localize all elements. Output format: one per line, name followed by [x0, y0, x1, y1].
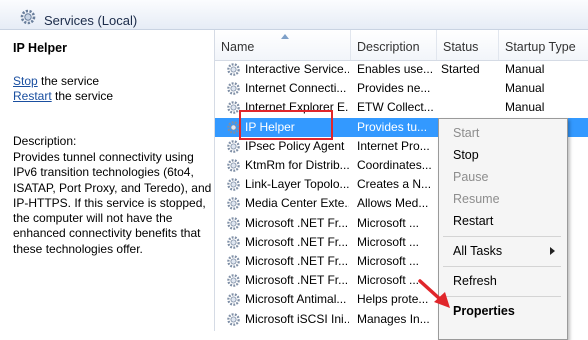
service-name-cell: Link-Layer Topolo...: [245, 177, 349, 192]
menu-item-label: Resume: [453, 192, 500, 206]
menu-separator: [443, 236, 561, 237]
service-description-cell: Helps prote...: [357, 292, 429, 307]
menu-item-label: Pause: [453, 170, 489, 184]
service-name-cell: Microsoft .NET Fr...: [245, 234, 349, 249]
table-row[interactable]: Internet Connecti... Provides ne... Manual: [215, 79, 588, 98]
service-description-cell: Coordinates...: [357, 158, 432, 172]
window-title: Services (Local): [44, 13, 138, 28]
menu-item-label: Properties: [453, 304, 515, 318]
column-name-label: Name: [221, 40, 255, 54]
service-description: Provides tunnel connectivity using IPv6 …: [13, 150, 212, 256]
menu-item-label: Restart: [453, 214, 494, 228]
service-gear-icon: [227, 178, 240, 191]
service-gear-icon: [227, 63, 240, 76]
service-description-cell: Enables use...: [357, 62, 434, 76]
service-gear-icon: [227, 312, 240, 326]
service-gear-icon: [227, 274, 240, 287]
column-header-description[interactable]: Description: [351, 30, 437, 60]
service-description-cell: Microsoft ...: [357, 215, 420, 230]
menu-item-stop[interactable]: Stop: [439, 144, 567, 166]
service-startup-cell: Manual: [505, 81, 545, 96]
service-description-cell: Provides ne...: [357, 81, 431, 96]
service-description-cell: Provides tu...: [357, 119, 428, 134]
restart-action: Restart the service: [13, 89, 113, 103]
service-name-cell: Media Center Exte...: [245, 196, 349, 211]
menu-item-label: Start: [453, 126, 480, 140]
service-gear-icon: [227, 197, 240, 211]
sort-ascending-icon: [281, 34, 289, 39]
gear-icon: [20, 9, 36, 25]
service-description-cell: Creates a N...: [357, 177, 432, 192]
service-gear-icon: [227, 159, 240, 172]
restart-action-text: the service: [51, 89, 114, 103]
service-details-pane: IP Helper Stop the service Restart the s…: [0, 30, 214, 331]
menu-item-properties[interactable]: Properties: [439, 300, 567, 322]
service-name-cell: Microsoft .NET Fr...: [245, 215, 349, 230]
menu-item-pause[interactable]: Pause: [439, 166, 567, 188]
service-name-cell: Microsoft Antimal...: [245, 292, 347, 307]
service-name-cell: Interactive Service...: [245, 62, 349, 76]
service-status-cell: Started: [441, 62, 480, 76]
menu-separator: [443, 266, 561, 267]
highlight-box: [239, 110, 333, 140]
column-description-label: Description: [357, 40, 420, 54]
description-label: Description:: [13, 134, 77, 148]
menu-item-label: Stop: [453, 148, 479, 162]
menu-separator: [443, 296, 561, 297]
menu-item-label: Refresh: [453, 274, 497, 288]
service-gear-icon: [227, 82, 240, 95]
column-header-status[interactable]: Status: [437, 30, 499, 60]
service-name-cell: KtmRm for Distrib...: [245, 158, 349, 172]
service-description-cell: Microsoft ...: [357, 273, 420, 288]
service-gear-icon: [227, 236, 240, 249]
service-description-cell: Microsoft ...: [357, 254, 420, 268]
restart-service-link[interactable]: Restart: [13, 89, 52, 103]
service-description-cell: Microsoft ...: [357, 234, 420, 249]
service-gear-icon: [227, 216, 240, 230]
column-header-row: Name Description Status Startup Type: [215, 30, 588, 61]
menu-item-start[interactable]: Start: [439, 122, 567, 144]
service-name-cell: Microsoft .NET Fr...: [245, 273, 349, 288]
service-gear-icon: [227, 140, 240, 153]
column-status-label: Status: [443, 40, 479, 54]
service-startup-cell: Manual: [505, 100, 545, 115]
submenu-arrow-icon: [550, 247, 555, 255]
service-description-cell: Allows Med...: [357, 196, 429, 211]
services-header: Services (Local): [0, 0, 588, 30]
service-name-cell: Microsoft iSCSI Ini...: [245, 311, 349, 326]
service-name-heading: IP Helper: [13, 41, 67, 55]
stop-action: Stop the service: [13, 74, 99, 88]
menu-item-resume[interactable]: Resume: [439, 188, 567, 210]
menu-item-label: All Tasks: [453, 244, 503, 258]
stop-service-link[interactable]: Stop: [13, 74, 38, 88]
service-status-cell: [441, 79, 501, 98]
service-description-cell: ETW Collect...: [357, 100, 434, 115]
service-gear-icon: [227, 293, 240, 307]
service-gear-icon: [227, 255, 240, 268]
menu-item-refresh[interactable]: Refresh: [439, 270, 567, 292]
service-description-cell: Internet Pro...: [357, 138, 430, 153]
menu-item-restart[interactable]: Restart: [439, 210, 567, 232]
table-row[interactable]: Interactive Service... Enables use... Star…: [215, 60, 588, 79]
column-startup-label: Startup Type: [505, 40, 576, 54]
context-menu: Start Stop Pause Resume Restart All Tasks Refr…: [438, 118, 568, 340]
menu-item-all-tasks[interactable]: All Tasks: [439, 240, 567, 262]
service-name-cell: Internet Connecti...: [245, 81, 347, 96]
service-description-cell: Manages In...: [357, 311, 430, 326]
column-header-startup-type[interactable]: Startup Type: [499, 30, 588, 60]
column-header-name[interactable]: Name: [215, 30, 351, 60]
service-startup-cell: Manual: [505, 62, 545, 76]
stop-action-text: the service: [37, 74, 100, 88]
service-status-cell: [441, 98, 501, 117]
service-name-cell: Microsoft .NET Fr...: [245, 254, 349, 268]
